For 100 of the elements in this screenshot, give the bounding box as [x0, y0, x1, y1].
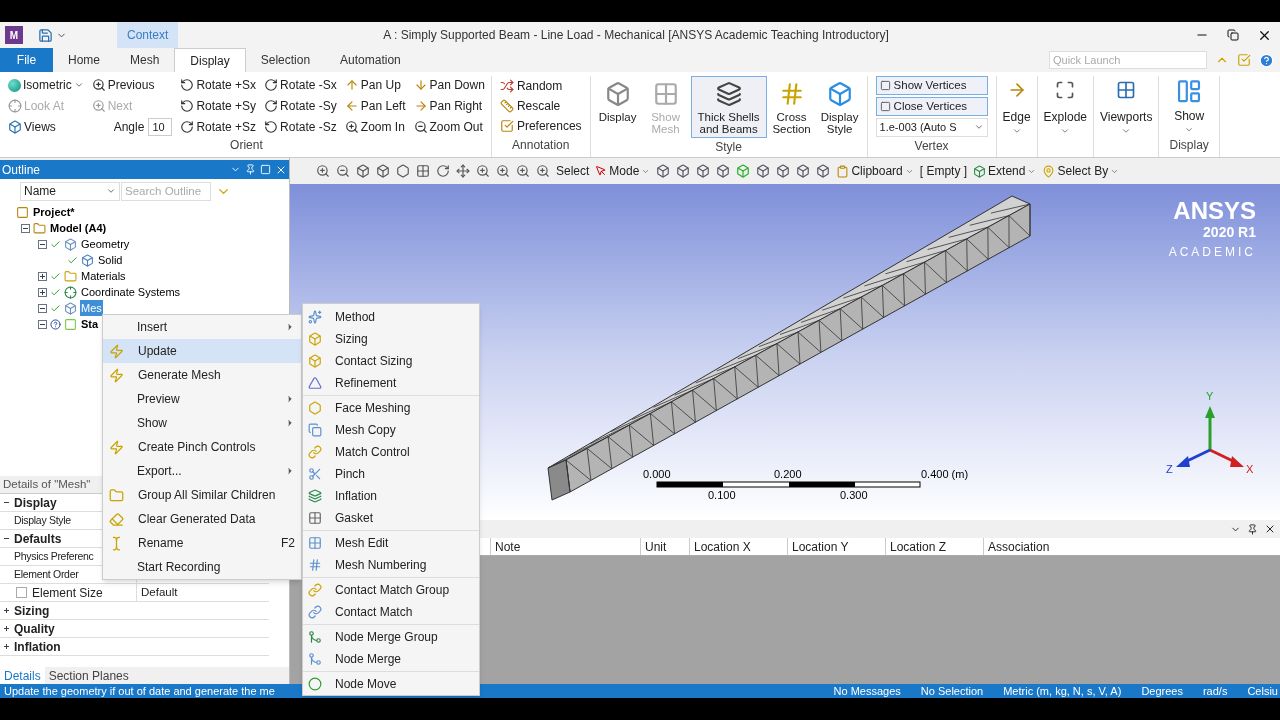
menu-item[interactable]: Contact Match — [303, 601, 479, 623]
ribbon-button[interactable]: Views — [8, 118, 84, 136]
menu-item[interactable]: Create Pinch Controls — [103, 435, 301, 459]
pin-icon[interactable] — [245, 164, 256, 175]
search-field[interactable]: Search Outline — [121, 181, 211, 201]
toggle-button[interactable]: Show Vertices — [875, 76, 988, 95]
toolbar-button[interactable]: [ Empty ] — [919, 162, 968, 180]
menu-item[interactable]: Contact Match Group — [303, 579, 479, 601]
zoom-icon[interactable] — [536, 164, 550, 178]
ribbon-large-button[interactable]: Thick Shells and Beams — [690, 76, 767, 138]
ribbon-large-button[interactable]: Edge — [1002, 76, 1031, 138]
hexagon-icon[interactable] — [396, 164, 410, 178]
angle-field[interactable]: 10 — [148, 118, 173, 136]
cube-icon[interactable] — [796, 164, 811, 178]
column-header[interactable]: Location Z — [885, 538, 983, 555]
column-header[interactable]: Association — [983, 538, 1081, 555]
tree-item[interactable]: Geometry — [80, 235, 131, 253]
menu-item[interactable]: Refinement — [303, 372, 479, 394]
cube-icon[interactable] — [356, 164, 370, 178]
menu-item[interactable]: Sizing — [303, 328, 479, 350]
cube-icon[interactable] — [716, 164, 731, 178]
expand-toggle[interactable] — [1, 624, 11, 633]
ribbon-large-button[interactable]: Viewports — [1100, 76, 1153, 138]
ribbon-large-button[interactable]: Explode — [1043, 76, 1087, 138]
menu-item[interactable]: Pinch — [303, 463, 479, 485]
ribbon-tab[interactable]: Display — [174, 48, 246, 72]
ribbon-tab[interactable]: Home — [53, 48, 115, 72]
ribbon-button[interactable]: Preferences — [499, 116, 582, 136]
tree-item[interactable]: Model (A4) — [49, 219, 108, 237]
cube-icon[interactable] — [676, 164, 691, 178]
ribbon-large-button[interactable]: Cross Section — [768, 76, 815, 138]
tree-item[interactable]: Coordinate Systems — [80, 283, 182, 301]
ribbon-button[interactable]: Pan Right — [413, 97, 485, 115]
menu-item[interactable]: Generate Mesh — [103, 363, 301, 387]
tree-item[interactable]: Project* — [32, 203, 76, 221]
menu-item[interactable]: Update — [103, 339, 301, 363]
menu-item[interactable]: Contact Sizing — [303, 350, 479, 372]
ribbon-button[interactable]: Rescale — [499, 96, 561, 116]
pan-icon[interactable] — [456, 164, 470, 178]
menu-item[interactable]: Group All Similar Children — [103, 483, 301, 507]
name-dropdown[interactable]: Name — [20, 181, 120, 201]
ribbon-button[interactable]: Random — [499, 76, 563, 96]
menu-item[interactable]: Node Merge Group — [303, 626, 479, 648]
column-header[interactable]: Location X — [689, 538, 787, 555]
zoom-icon[interactable] — [516, 164, 530, 178]
cube-icon[interactable] — [696, 164, 711, 178]
ribbon-button[interactable]: Isometric — [8, 76, 84, 94]
toolbar-button[interactable]: Select — [556, 162, 590, 180]
expand-toggle[interactable] — [38, 287, 47, 297]
ribbon-button[interactable]: Zoom In — [344, 118, 406, 136]
column-header[interactable]: Note — [490, 538, 640, 555]
toolbar-dropdown[interactable]: Select By — [1042, 162, 1120, 180]
collapse-toggle[interactable] — [38, 319, 47, 329]
menu-item[interactable]: Mesh Numbering — [303, 554, 479, 576]
ribbon-large-button[interactable]: Display — [594, 76, 641, 138]
tree-item[interactable]: Solid — [97, 251, 124, 269]
ribbon-large-button[interactable]: Display Style — [816, 76, 863, 138]
menu-item[interactable]: Node Move — [303, 673, 479, 695]
expand-toggle[interactable] — [1, 606, 11, 615]
ribbon-button[interactable]: Previous — [91, 76, 173, 94]
menu-item[interactable]: Gasket — [303, 507, 479, 529]
menu-item[interactable]: Preview — [103, 387, 301, 411]
zoom-icon[interactable] — [316, 164, 330, 178]
cube-icon[interactable] — [776, 164, 791, 178]
tolerance-dropdown[interactable]: 1.e-003 (Auto S — [875, 118, 988, 137]
ribbon-button[interactable]: Zoom Out — [413, 118, 485, 136]
collapse-toggle[interactable] — [38, 303, 47, 313]
menu-item[interactable]: Mesh Edit — [303, 532, 479, 554]
ribbon-tab[interactable]: Mesh — [115, 48, 175, 72]
column-header[interactable]: Location Y — [787, 538, 885, 555]
toggle-button[interactable]: Close Vertices — [875, 97, 988, 116]
save-icon[interactable] — [38, 27, 53, 43]
menu-item[interactable]: Match Control — [303, 441, 479, 463]
ribbon-button[interactable]: Rotate +Sy — [180, 97, 257, 115]
toolbar-dropdown[interactable]: Clipboard — [836, 162, 914, 180]
zoom-icon[interactable] — [496, 164, 510, 178]
toolbar-dropdown[interactable]: Extend — [973, 162, 1037, 180]
expand-toggle[interactable] — [38, 271, 47, 281]
ribbon-button[interactable]: Pan Down — [413, 76, 485, 94]
ribbon-button[interactable]: Rotate +Sx — [180, 76, 257, 94]
rotate-icon[interactable] — [436, 164, 450, 178]
cube-icon[interactable] — [376, 164, 390, 178]
ribbon-button[interactable]: Rotate -Sx — [264, 76, 337, 94]
menu-item[interactable]: Node Merge — [303, 648, 479, 670]
ribbon-tab[interactable]: Selection — [245, 48, 326, 72]
close-icon[interactable] — [1264, 523, 1276, 535]
menu-item[interactable]: Mesh Copy — [303, 419, 479, 441]
zoom-icon[interactable] — [336, 164, 350, 178]
tree-item[interactable]: Sta — [80, 315, 100, 333]
restore-icon[interactable] — [1227, 29, 1239, 41]
cube-icon[interactable] — [656, 164, 671, 178]
checkbox[interactable] — [16, 587, 27, 598]
menu-item[interactable]: Insert — [103, 315, 301, 339]
panel-tab[interactable]: Section Planes — [44, 666, 133, 685]
menu-item[interactable]: Inflation — [303, 485, 479, 507]
menu-item[interactable]: Face Meshing — [303, 397, 479, 419]
checkbox-icon[interactable] — [1237, 53, 1251, 67]
ribbon-button[interactable]: Rotate +Sz — [180, 118, 257, 136]
menu-item[interactable]: Export... — [103, 459, 301, 483]
column-header[interactable]: Unit — [640, 538, 689, 555]
